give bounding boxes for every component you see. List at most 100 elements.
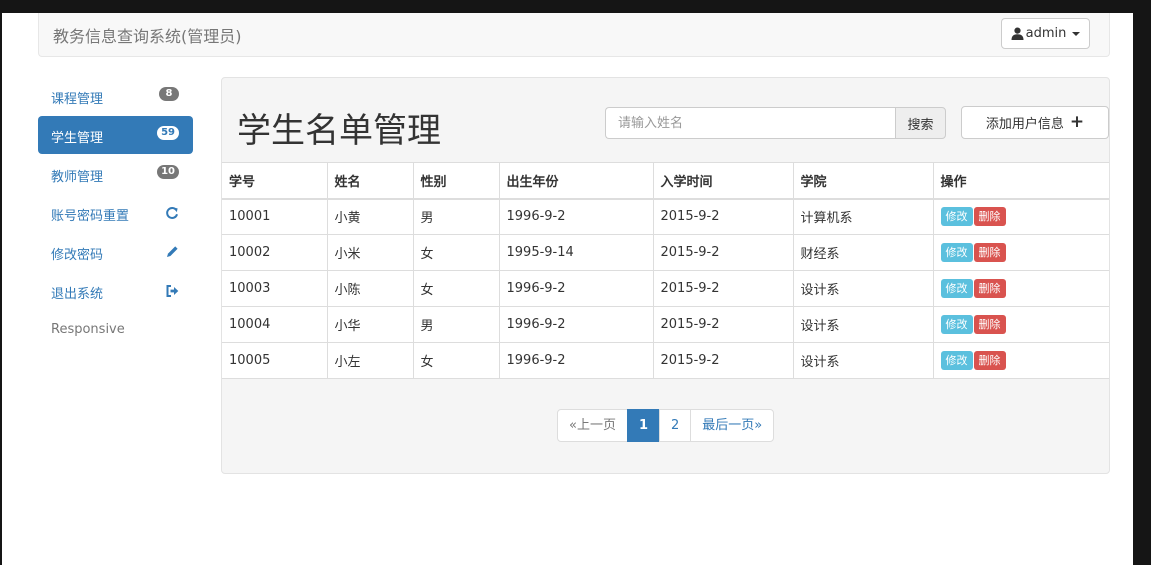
user-icon <box>1011 27 1024 40</box>
cell-gender: 女 <box>412 234 500 271</box>
table-header-row: 学号 姓名 性别 出生年份 入学时间 学院 操作 <box>222 162 1109 200</box>
delete-button[interactable]: 删除 <box>973 315 1006 334</box>
cell-actions: 修改 删除 <box>932 306 1109 343</box>
cell-birth-year: 1996-9-2 <box>498 198 654 235</box>
user-menu-button[interactable]: admin <box>1001 18 1090 49</box>
cell-student-id: 10004 <box>222 306 328 343</box>
sidebar-item-responsive[interactable]: Responsive <box>38 311 193 349</box>
search-input[interactable] <box>605 107 895 139</box>
sidebar-item-label: 修改密码 <box>51 248 104 263</box>
cell-student-id: 10005 <box>222 342 328 379</box>
column-header-id: 学号 <box>222 162 328 200</box>
count-badge: 10 <box>157 165 179 179</box>
sidebar-item-reset-password[interactable]: 账号密码重置 <box>38 194 193 232</box>
page-last-link[interactable]: 最后一页» <box>690 409 775 442</box>
sidebar: 课程管理 8 学生管理 59 教师管理 10 账号密码重置 修改密码 退出系统 … <box>38 77 193 350</box>
cell-department: 设计系 <box>792 306 934 343</box>
cell-enroll-date: 2015-9-2 <box>652 234 794 271</box>
count-badge: 59 <box>157 126 179 140</box>
add-user-button[interactable]: 添加用户信息 + <box>961 106 1109 139</box>
page-prev-link[interactable]: «上一页 <box>557 409 628 442</box>
logout-icon <box>166 285 179 297</box>
table-row: 10001 小黄 男 1996-9-2 2015-9-2 计算机系 修改 删除 <box>222 198 1109 235</box>
sidebar-item-label: 账号密码重置 <box>51 209 130 224</box>
cell-actions: 修改 删除 <box>932 270 1109 307</box>
user-name: admin <box>1025 26 1067 41</box>
sidebar-item-courses[interactable]: 课程管理 8 <box>38 77 193 115</box>
delete-button[interactable]: 删除 <box>973 279 1006 298</box>
cell-name: 小陈 <box>326 270 414 307</box>
delete-button[interactable]: 删除 <box>973 207 1006 227</box>
top-navbar: 教务信息查询系统(管理员) admin <box>38 13 1110 57</box>
page-link-2[interactable]: 2 <box>659 409 692 442</box>
sidebar-item-label: 教师管理 <box>51 170 104 185</box>
cell-name: 小左 <box>326 342 414 379</box>
cell-actions: 修改 删除 <box>932 234 1109 271</box>
delete-button[interactable]: 删除 <box>973 243 1006 262</box>
plus-icon: + <box>1069 112 1085 132</box>
student-list-panel: 学生名单管理 搜索 添加用户信息 + 学号 姓名 性别 出生年份 入学时间 学院… <box>221 77 1110 474</box>
add-user-label: 添加用户信息 <box>985 117 1064 132</box>
cell-birth-year: 1996-9-2 <box>498 270 654 307</box>
cell-student-id: 10001 <box>222 198 328 235</box>
cell-department: 设计系 <box>792 342 934 379</box>
cell-gender: 男 <box>412 306 500 343</box>
column-header-department: 学院 <box>792 162 934 200</box>
edit-button[interactable]: 修改 <box>940 207 973 227</box>
window-top-bar <box>0 0 1151 13</box>
edit-button[interactable]: 修改 <box>940 351 973 370</box>
cell-actions: 修改 删除 <box>932 198 1109 235</box>
sidebar-item-change-password[interactable]: 修改密码 <box>38 233 193 271</box>
cell-gender: 女 <box>412 342 500 379</box>
cell-gender: 女 <box>412 270 500 307</box>
window-left-edge <box>0 13 2 565</box>
sidebar-item-label: 退出系统 <box>51 287 104 302</box>
app-title[interactable]: 教务信息查询系统(管理员) <box>53 23 242 47</box>
cell-enroll-date: 2015-9-2 <box>652 306 794 343</box>
cell-department: 财经系 <box>792 234 934 271</box>
cell-enroll-date: 2015-9-2 <box>652 342 794 379</box>
cell-enroll-date: 2015-9-2 <box>652 198 794 235</box>
sidebar-item-label: Responsive <box>51 322 125 337</box>
table-row: 10004 小华 男 1996-9-2 2015-9-2 设计系 修改 删除 <box>222 306 1109 343</box>
cell-gender: 男 <box>412 198 500 235</box>
sidebar-item-students[interactable]: 学生管理 59 <box>38 116 193 154</box>
cell-student-id: 10003 <box>222 270 328 307</box>
cell-student-id: 10002 <box>222 234 328 271</box>
sidebar-item-label: 学生管理 <box>51 131 104 146</box>
page-title: 学生名单管理 <box>237 111 441 151</box>
cell-name: 小黄 <box>326 198 414 235</box>
cell-enroll-date: 2015-9-2 <box>652 270 794 307</box>
pencil-icon <box>167 246 178 257</box>
column-header-birth-year: 出生年份 <box>498 162 654 200</box>
table-row: 10002 小米 女 1995-9-14 2015-9-2 财经系 修改 删除 <box>222 234 1109 271</box>
edit-button[interactable]: 修改 <box>940 315 973 334</box>
page-link-1[interactable]: 1 <box>626 409 661 442</box>
window-right-edge <box>1133 13 1151 565</box>
delete-button[interactable]: 删除 <box>973 351 1006 370</box>
sidebar-item-teachers[interactable]: 教师管理 10 <box>38 155 193 193</box>
table-row: 10003 小陈 女 1996-9-2 2015-9-2 设计系 修改 删除 <box>222 270 1109 307</box>
cell-birth-year: 1996-9-2 <box>498 342 654 379</box>
pagination: «上一页 1 2 最后一页» <box>557 409 775 442</box>
edit-button[interactable]: 修改 <box>940 279 973 298</box>
cell-department: 计算机系 <box>792 198 934 235</box>
column-header-actions: 操作 <box>932 162 1109 200</box>
cell-birth-year: 1995-9-14 <box>498 234 654 271</box>
table-row: 10005 小左 女 1996-9-2 2015-9-2 设计系 修改 删除 <box>222 342 1109 379</box>
student-table: 学号 姓名 性别 出生年份 入学时间 学院 操作 10001 小黄 男 1996… <box>222 162 1109 379</box>
column-header-enroll-date: 入学时间 <box>652 162 794 200</box>
edit-button[interactable]: 修改 <box>940 243 973 262</box>
cell-name: 小华 <box>326 306 414 343</box>
sidebar-item-logout[interactable]: 退出系统 <box>38 272 193 310</box>
count-badge: 8 <box>159 87 179 101</box>
column-header-gender: 性别 <box>412 162 500 200</box>
column-header-name: 姓名 <box>326 162 414 200</box>
sidebar-item-label: 课程管理 <box>51 92 104 107</box>
search-button[interactable]: 搜索 <box>895 107 946 139</box>
cell-birth-year: 1996-9-2 <box>498 306 654 343</box>
cell-department: 设计系 <box>792 270 934 307</box>
caret-down-icon <box>1072 31 1081 36</box>
cell-actions: 修改 删除 <box>932 342 1109 379</box>
cell-name: 小米 <box>326 234 414 271</box>
